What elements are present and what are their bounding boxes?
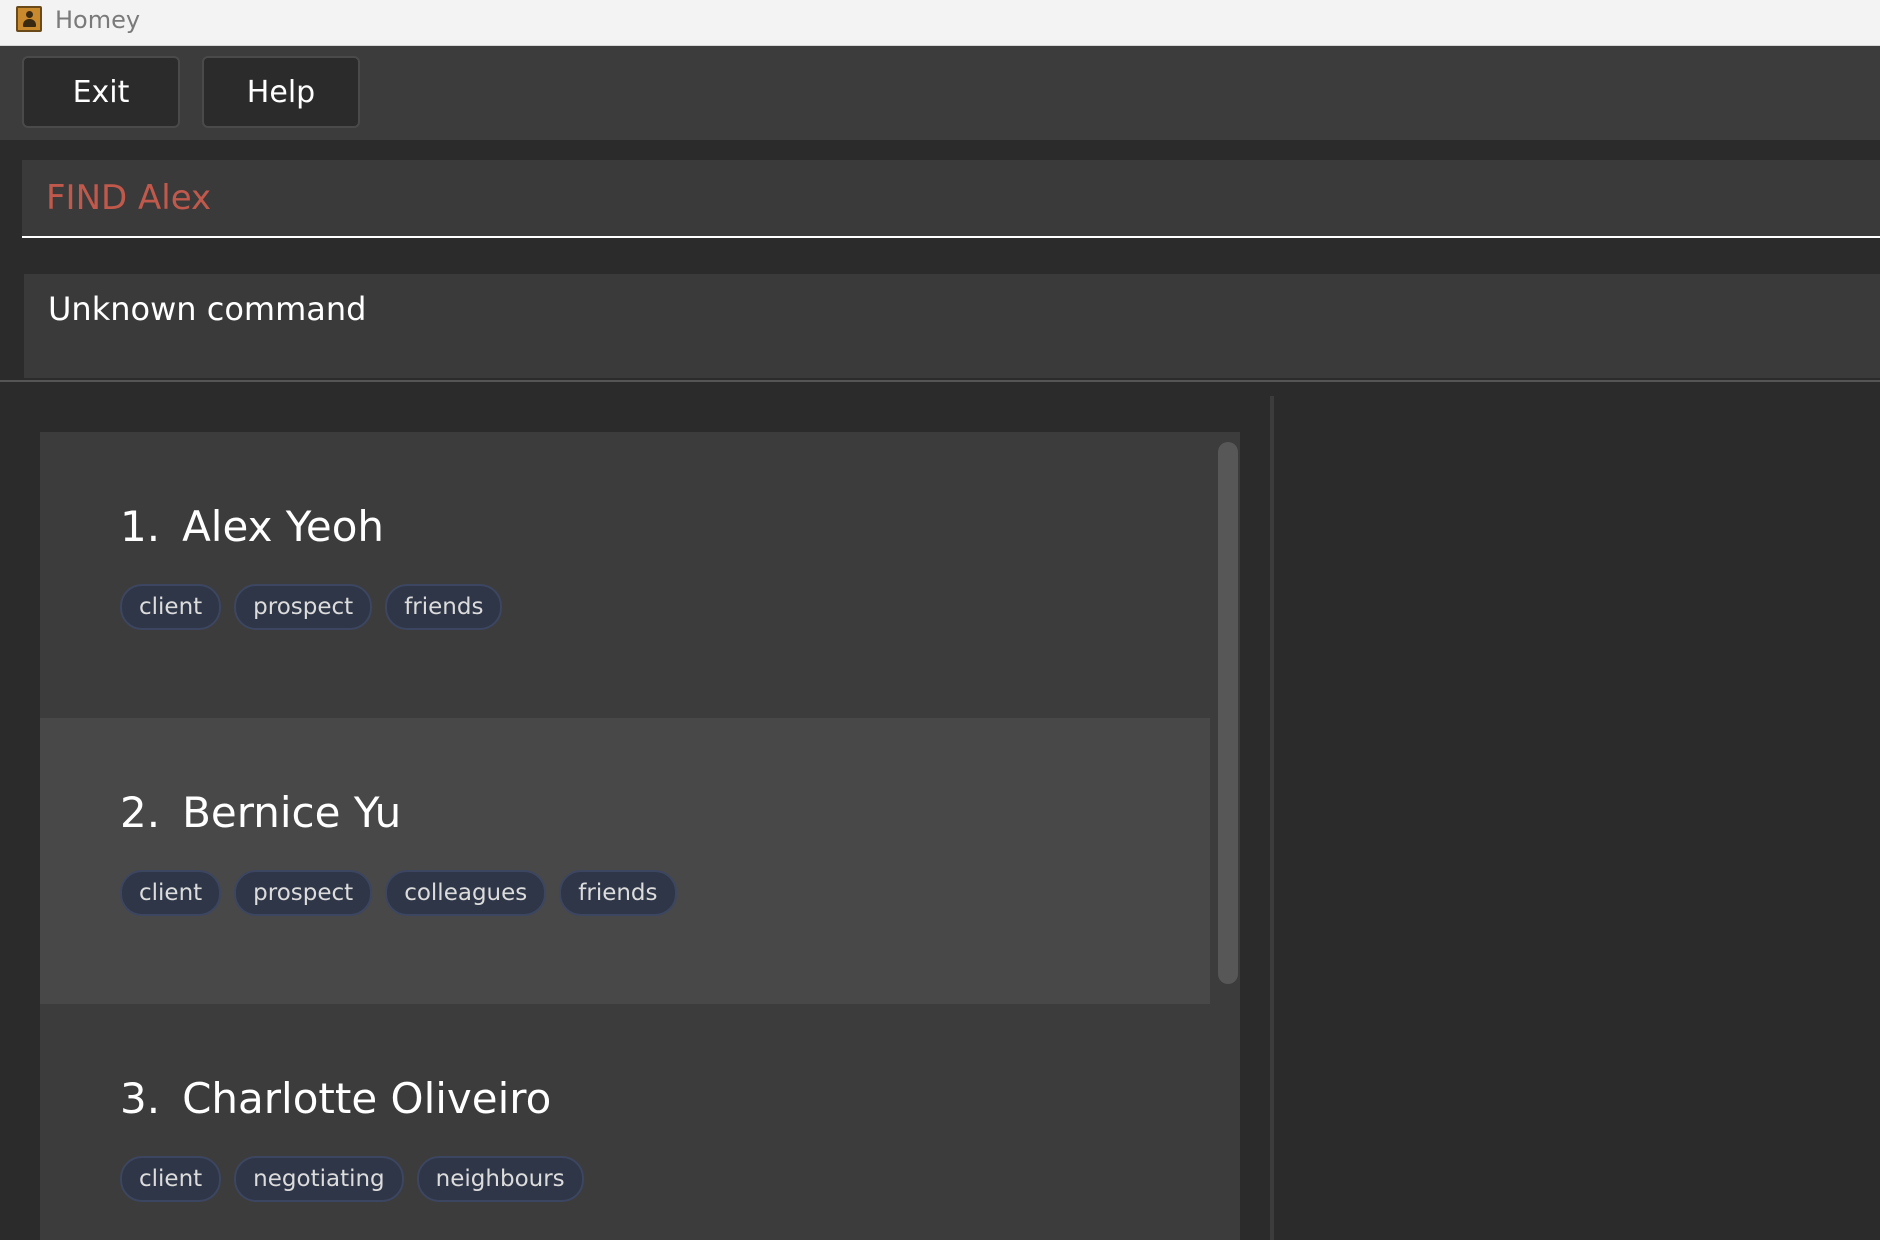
person-index: 1. (120, 502, 161, 551)
person-card[interactable]: 3. Charlotte Oliveiro client negotiating nei… (40, 1004, 1210, 1240)
person-name: 3. Charlotte Oliveiro (120, 1074, 551, 1123)
command-input[interactable]: FIND Alex (22, 160, 1880, 238)
tag: negotiating (234, 1156, 404, 1202)
tag-list: client negotiating neighbours (120, 1156, 584, 1202)
person-name: 1. Alex Yeoh (120, 502, 384, 551)
tag: client (120, 584, 222, 630)
person-list[interactable]: 1. Alex Yeoh client prospect friends 2. Bernic… (40, 432, 1240, 1240)
title-bar: Homey (0, 0, 1880, 46)
detail-panel (1292, 396, 1880, 1240)
person-name-text: Bernice Yu (182, 788, 402, 837)
person-list-panel: 1. Alex Yeoh client prospect friends 2. Bernic… (4, 396, 1274, 1240)
app-window: Homey Exit Help FIND Alex Unknown comman… (0, 0, 1880, 1240)
scrollbar-thumb[interactable] (1218, 442, 1238, 984)
person-card[interactable]: 1. Alex Yeoh client prospect friends (40, 432, 1210, 718)
person-index: 2. (120, 788, 161, 837)
person-name-text: Charlotte Oliveiro (182, 1074, 552, 1123)
result-message: Unknown command (24, 274, 1880, 378)
main-area: 1. Alex Yeoh client prospect friends 2. Bernic… (0, 396, 1880, 1240)
contacts-book-icon (16, 6, 42, 32)
person-card[interactable]: 2. Bernice Yu client prospect colleagues frie… (40, 718, 1210, 1004)
tag: neighbours (416, 1156, 584, 1202)
tag-list: client prospect colleagues friends (120, 870, 677, 916)
result-display: Unknown command (0, 262, 1880, 382)
tag: prospect (234, 870, 373, 916)
menu-bar: Exit Help (0, 46, 1880, 140)
tag: colleagues (385, 870, 547, 916)
exit-button[interactable]: Exit (22, 56, 180, 128)
tag: prospect (234, 584, 373, 630)
command-box: FIND Alex (0, 140, 1880, 262)
person-name: 2. Bernice Yu (120, 788, 401, 837)
tag: friends (559, 870, 677, 916)
tag: friends (385, 584, 503, 630)
person-name-text: Alex Yeoh (182, 502, 385, 551)
tag: client (120, 1156, 222, 1202)
help-button[interactable]: Help (202, 56, 360, 128)
person-index: 3. (120, 1074, 161, 1123)
tag: client (120, 870, 222, 916)
window-title: Homey (55, 6, 141, 34)
tag-list: client prospect friends (120, 584, 503, 630)
scrollbar[interactable] (1212, 432, 1240, 1240)
